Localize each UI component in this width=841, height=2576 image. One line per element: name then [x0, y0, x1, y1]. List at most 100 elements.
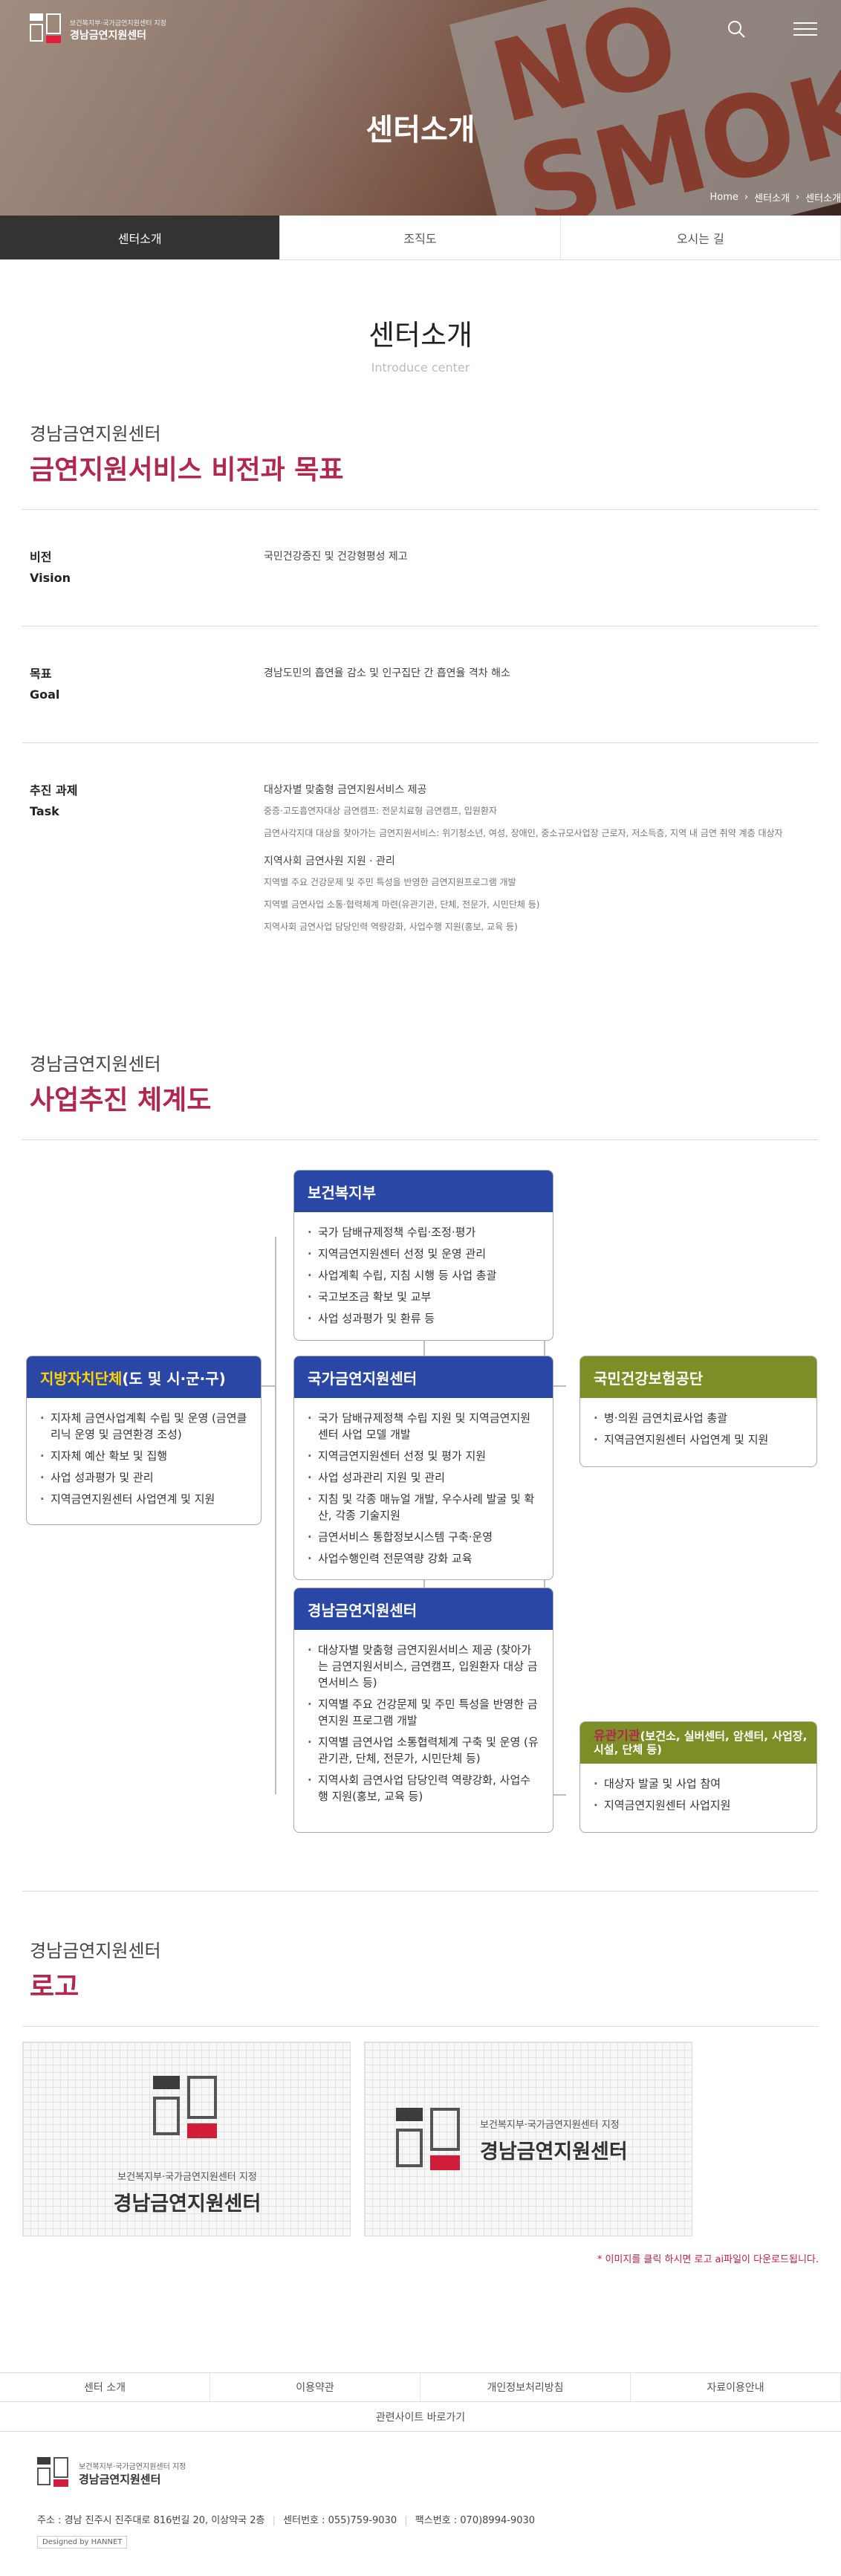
box-item: 지역금연지원센터 사업연계 및 지원: [40, 1491, 247, 1507]
box-national-center: 국가금연지원센터 국가 담배규제정책 수립 지원 및 지역금연지원센터 사업 모…: [293, 1356, 553, 1580]
task-item: 금연사각지대 대상을 찾아가는 금연지원서비스: 위기청소년, 여성, 장애인,…: [264, 828, 783, 838]
box-item: 사업계획 수립, 지침 시행 등 사업 총괄: [308, 1267, 539, 1284]
box-title-rest: (도 및 시·군·구): [122, 1369, 226, 1388]
footer-link-about[interactable]: 센터 소개: [0, 2373, 210, 2401]
logo-section: 경남금연지원센터 로고 보건복지부·국가금연지원센터 지정 경남금연지원센터 보…: [22, 1891, 819, 2265]
box-item: 금연서비스 통합정보시스템 구축·운영: [308, 1529, 539, 1545]
box-item: 사업 성과평가 및 관리: [40, 1469, 247, 1486]
vision-section: 경남금연지원센터 금연지원서비스 비전과 목표 비전 Vision 국민건강증진 …: [22, 375, 819, 975]
box-title: 보건복지부: [294, 1171, 553, 1212]
logo-card-subtitle: 보건복지부·국가금연지원센터 지정: [480, 2120, 620, 2131]
task-item: 중증·고도흡연자대상 금연캠프: 전문치료형 금연캠프, 입원환자: [264, 806, 497, 816]
logo-icon: [30, 13, 62, 46]
box-item: 지역금연지원센터 선정 및 평가 지원: [308, 1448, 539, 1464]
box-item: 지역별 금연사업 소통협력체계 구축 및 운영 (유관기관, 단체, 전문가, …: [308, 1734, 539, 1767]
logo-name: 경남금연지원센터: [70, 29, 147, 42]
logo-card-subtitle: 보건복지부·국가금연지원센터 지정: [117, 2172, 257, 2183]
box-item: 국고보조금 확보 및 교부: [308, 1289, 539, 1305]
task-item: 지역사회 금연사업 담당인력 역량강화, 사업수행 지원(홍보, 교육 등): [264, 922, 518, 932]
box-title: 국민건강보험공단: [580, 1356, 816, 1398]
hero-banner: NO SMOKING 보건복지부·국가금연지원센터 지정 경남금연지원센터 센터…: [0, 0, 841, 216]
chevron-right-icon: ›: [744, 192, 749, 203]
tab-organization[interactable]: 조직도: [280, 216, 561, 259]
chevron-right-icon: ›: [795, 192, 800, 203]
row-label: 목표: [30, 667, 52, 681]
breadcrumb: Home › 센터소개 › 센터소개: [710, 190, 841, 204]
box-local-government: 지방자치단체(도 및 시·군·구) 지자체 금연사업계획 수립 및 운영 (금연…: [26, 1356, 262, 1525]
row-label: 비전: [30, 550, 52, 564]
row-value: 경남도민의 흡연율 감소 및 인구집단 간 흡연율 격차 해소: [264, 667, 510, 679]
box-item: 지역사회 금연사업 담당인력 역량강화, 사업수행 지원(홍보, 교육 등): [308, 1772, 539, 1805]
footer-link-terms[interactable]: 이용약관: [210, 2373, 420, 2401]
breadcrumb-home[interactable]: Home: [710, 192, 738, 203]
box-item: 지역별 주요 건강문제 및 주민 특성을 반영한 금연지원 프로그램 개발: [308, 1696, 539, 1729]
footer-link-data-use[interactable]: 자료이용안내: [631, 2373, 841, 2401]
row-value: 국민건강증진 및 건강형평성 제고: [264, 551, 408, 563]
footer-logo-subtitle: 보건복지부·국가금연지원센터 지정: [79, 2463, 186, 2471]
tab-directions[interactable]: 오시는 길: [561, 216, 841, 259]
row-label-en: Goal: [30, 687, 60, 702]
box-item: 지역금연지원센터 선정 및 운영 관리: [308, 1246, 539, 1262]
task-group-title: 대상자별 맞춤형 금연지원서비스 제공: [264, 784, 427, 796]
section-subtitle: Introduce center: [371, 360, 470, 375]
section-title: 센터소개 Introduce center: [0, 312, 841, 375]
site-logo[interactable]: 보건복지부·국가금연지원센터 지정 경남금연지원센터: [30, 13, 166, 46]
footer-address: 주소 : 경남 진주시 진주대로 816번길 20, 이상약국 2층 | 센터번…: [37, 2515, 536, 2526]
breadcrumb-current[interactable]: 센터소개: [805, 190, 841, 204]
footer-link-privacy[interactable]: 개인정보처리방침: [420, 2373, 631, 2401]
task-group-title: 지역사회 금연사원 지원 · 관리: [264, 855, 395, 867]
box-title-highlight: 지방자치단체: [40, 1369, 123, 1388]
breadcrumb-item[interactable]: 센터소개: [754, 190, 790, 204]
box-related-agencies: 유관기관(보건소, 실버센터, 암센터, 사업장, 시설, 단체 등) 대상자 …: [579, 1721, 817, 1833]
box-title: 유관기관(보건소, 실버센터, 암센터, 사업장, 시설, 단체 등): [580, 1722, 816, 1764]
diagram-small: 경남금연지원센터: [30, 1054, 161, 1075]
vision-row: 비전 Vision 국민건강증진 및 건강형평성 제고: [22, 510, 819, 627]
footer-nav: 센터 소개 이용약관 개인정보처리방침 자료이용안내: [0, 2372, 841, 2402]
hamburger-menu-icon[interactable]: [793, 22, 817, 36]
logo-download-vertical[interactable]: 보건복지부·국가금연지원센터 지정 경남금연지원센터: [22, 2042, 351, 2236]
task-item: 지역별 금연사업 소통·협력체계 마련(유관기관, 단체, 전문가, 시민단체 …: [264, 899, 540, 910]
page-title: 센터소개: [366, 113, 475, 147]
designer-credit: Designed by HANNET: [37, 2536, 128, 2549]
box-item: 사업 성과평가 및 환류 등: [308, 1310, 539, 1327]
box-item: 지침 및 각종 매뉴얼 개발, 우수사례 발굴 및 확산, 각종 기술지원: [308, 1491, 539, 1524]
search-icon[interactable]: [727, 19, 746, 39]
logo-download-note: * 이미지를 클릭 하시면 로고 ai파일이 다운로드됩니다.: [597, 2254, 819, 2265]
footer-logo-name: 경남금연지원센터: [79, 2473, 161, 2486]
box-item: 대상자별 맞춤형 금연지원서비스 제공 (찾아가는 금연지원서비스, 금연캠프,…: [308, 1642, 539, 1691]
row-label-en: Vision: [30, 571, 71, 585]
footer-address-text: 주소 : 경남 진주시 진주대로 816번길 20, 이상약국 2층: [37, 2515, 265, 2526]
box-item: 사업수행인력 전문역량 강화 교육: [308, 1550, 539, 1567]
diagram-heading: 사업추진 체계도: [30, 1085, 212, 1116]
box-item: 병·의원 금연치료사업 총괄: [594, 1410, 803, 1426]
logo-icon: [396, 2108, 463, 2175]
box-item: 대상자 발굴 및 사업 참여: [594, 1776, 803, 1792]
box-title: 경남금연지원센터: [294, 1588, 553, 1630]
box-title: 지방자치단체 (도 및 시·군·구): [27, 1356, 261, 1398]
task-row: 추진 과제 Task 대상자별 맞춤형 금연지원서비스 제공 중증·고도흡연자대상…: [22, 743, 819, 975]
logo-download-horizontal[interactable]: 보건복지부·국가금연지원센터 지정 경남금연지원센터: [364, 2042, 692, 2236]
related-sites-button[interactable]: 관련사이트 바로가기: [0, 2402, 841, 2432]
logo-icon: [37, 2457, 70, 2490]
footer-logo: 보건복지부·국가금연지원센터 지정 경남금연지원센터: [37, 2457, 186, 2490]
box-item: 국가 담배규제정책 수립·조정·평가: [308, 1224, 539, 1240]
box-item: 지자체 예산 확보 및 집행: [40, 1448, 247, 1464]
vision-small: 경남금연지원센터: [30, 424, 161, 444]
box-item: 지역금연지원센터 사업연계 및 지원: [594, 1431, 803, 1448]
goal-row: 목표 Goal 경남도민의 흡연율 감소 및 인구집단 간 흡연율 격차 해소: [22, 627, 819, 743]
box-regional-center: 경남금연지원센터 대상자별 맞춤형 금연지원서비스 제공 (찾아가는 금연지원서…: [293, 1588, 553, 1833]
logo-card-name: 경남금연지원센터: [480, 2140, 628, 2164]
task-item: 지역별 주요 건강문제 및 주민 특성을 반영한 금연지원프로그램 개발: [264, 877, 516, 887]
box-item: 지자체 금연사업계획 수립 및 운영 (금연클리닉 운영 및 금연환경 조성): [40, 1410, 247, 1443]
box-item: 국가 담배규제정책 수립 지원 및 지역금연지원센터 사업 모델 개발: [308, 1410, 539, 1443]
box-title-highlight: 유관기관: [594, 1729, 640, 1744]
box-title: 국가금연지원센터: [294, 1356, 553, 1398]
logo-card-name: 경남금연지원센터: [113, 2192, 262, 2216]
org-diagram: 보건복지부 국가 담배규제정책 수립·조정·평가 지역금연지원센터 선정 및 운…: [22, 1140, 819, 1883]
box-mohw: 보건복지부 국가 담배규제정책 수립·조정·평가 지역금연지원센터 선정 및 운…: [293, 1170, 553, 1341]
row-label-en: Task: [30, 804, 59, 818]
logo-section-heading: 로고: [30, 1972, 79, 2002]
logo-subtitle: 보건복지부·국가금연지원센터 지정: [70, 19, 166, 27]
tab-intro[interactable]: 센터소개: [0, 216, 281, 259]
box-item: 지역금연지원센터 사업지원: [594, 1797, 803, 1813]
